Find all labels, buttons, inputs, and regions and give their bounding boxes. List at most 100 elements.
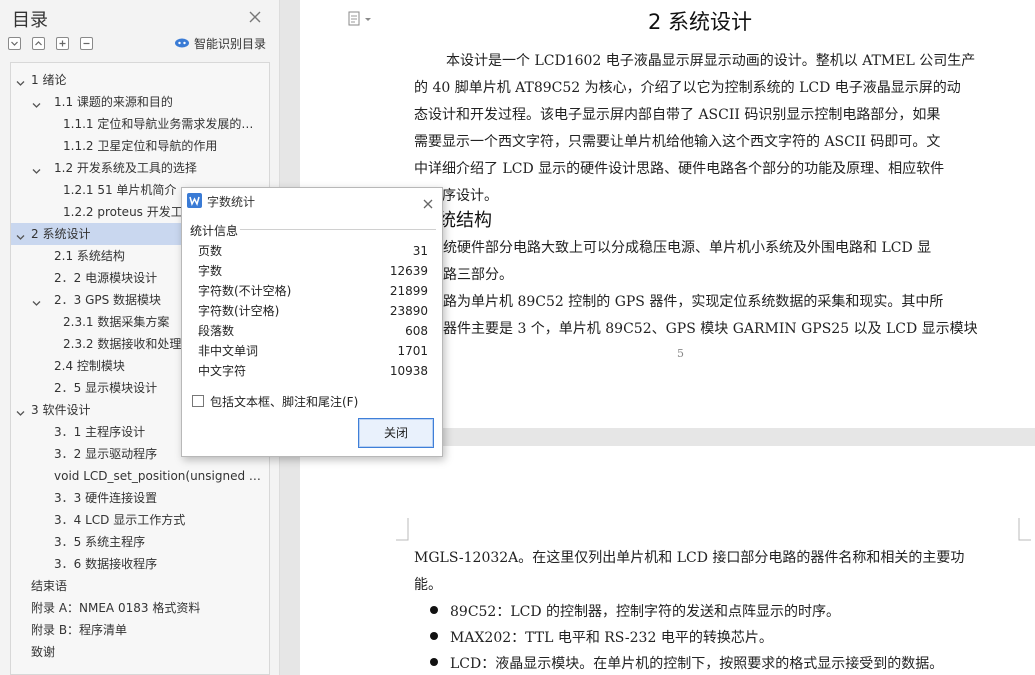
toc-item-label: 结束语: [31, 579, 68, 593]
toc-item[interactable]: 1.1.1 定位和导航业务需求发展的必要性: [11, 113, 269, 135]
chevron-down-icon[interactable]: [31, 96, 42, 108]
stat-row: 中文字符 10938: [198, 361, 428, 381]
cloud-icon: [174, 36, 190, 51]
group-divider: [240, 229, 436, 230]
toc-item-label: 3．1 主程序设计: [54, 425, 146, 439]
stat-row: 字符数(计空格) 23890: [198, 301, 428, 321]
toc-item-label: void LCD_set_position(unsigned char x): [54, 469, 261, 483]
toc-item[interactable]: 1.1 课题的来源和目的: [11, 91, 269, 113]
stat-row: 非中文单词 1701: [198, 341, 428, 361]
stat-label: 页数: [198, 244, 223, 258]
chevron-down-icon[interactable]: [15, 74, 26, 86]
toc-item-label: 3．6 数据接收程序: [54, 557, 158, 571]
toc-item-label: 1.2 开发系统及工具的选择: [54, 161, 197, 175]
page-number: 5: [677, 347, 684, 360]
crop-mark-icon: [1018, 518, 1031, 541]
toc-item[interactable]: 3．5 系统主程序: [11, 531, 269, 553]
chevron-down-icon[interactable]: [31, 162, 42, 174]
toc-item[interactable]: 附录 B：程序清单: [11, 619, 269, 641]
paragraph-line: 路三部分。: [443, 267, 513, 283]
toc-item-label: 2.3.1 数据采集方案: [63, 315, 170, 329]
stat-label: 字数: [198, 264, 223, 278]
toc-item-label: 1.2.1 51 单片机简介: [63, 183, 177, 197]
crop-mark-icon: [396, 518, 409, 541]
toc-item[interactable]: void LCD_set_position(unsigned char x): [11, 465, 269, 487]
paragraph-line: 路为单片机 89C52 控制的 GPS 器件，实现定位系统数据的采集和现实。其中…: [443, 294, 944, 310]
toc-item[interactable]: 3．3 硬件连接设置: [11, 487, 269, 509]
toc-item[interactable]: 结束语: [11, 575, 269, 597]
stat-value: 21899: [389, 284, 428, 298]
toc-item-label: 1.2.2 proteus 开发工具: [63, 205, 195, 219]
paragraph-line: 需要显示一个西文字符，只需要让单片机给他输入这个西文字符的 ASCII 码即可。…: [414, 134, 941, 150]
close-icon[interactable]: [422, 195, 434, 209]
smart-toc-label: 智能识别目录: [194, 37, 267, 51]
sidebar-title: 目录: [12, 10, 48, 31]
bullet-icon: [430, 658, 438, 666]
expand-all-icon[interactable]: [32, 37, 45, 50]
stat-value: 23890: [389, 304, 428, 318]
toc-item-label: 附录 B：程序清单: [31, 623, 128, 637]
close-icon[interactable]: [248, 9, 262, 23]
chevron-down-icon[interactable]: [15, 404, 26, 416]
dialog-title: 字数统计: [207, 195, 256, 209]
checkbox-label[interactable]: 包括文本框、脚注和尾注(F): [210, 393, 358, 410]
stat-value: 10938: [389, 364, 428, 378]
stat-label: 字符数(不计空格): [198, 284, 292, 298]
smart-toc-button[interactable]: 智能识别目录: [174, 35, 266, 52]
toc-item-label: 3．5 系统主程序: [54, 535, 146, 549]
dialog-titlebar[interactable]: 字数统计: [182, 188, 442, 214]
paragraph-line: 中详细介绍了 LCD 显示的硬件设计思路、硬件电路各个部分的功能及原理、相应软件: [414, 161, 945, 177]
include-notes-checkbox[interactable]: [192, 395, 204, 407]
document-page[interactable]: MGLS-12032A。在这里仅列出单片机和 LCD 接口部分电路的器件名称和相…: [300, 446, 1035, 675]
stat-value: 1701: [397, 344, 428, 358]
toc-item-label: 1.1 课题的来源和目的: [54, 95, 173, 109]
toc-item-label: 2．5 显示模块设计: [54, 381, 158, 395]
paragraph-line: 的 40 脚单片机 AT89C52 为核心，介绍了以它为控制系统的 LCD 电子…: [414, 80, 961, 96]
document-menu-icon[interactable]: [348, 11, 376, 27]
close-button[interactable]: 关闭: [358, 418, 434, 448]
toc-item-label: 附录 A：NMEA 0183 格式资料: [31, 601, 201, 615]
toc-item-label: 2.4 控制模块: [54, 359, 125, 373]
group-label: 统计信息: [190, 224, 239, 238]
toc-item-label: 3 软件设计: [31, 403, 91, 417]
stat-label: 字符数(计空格): [198, 304, 280, 318]
toc-item-label: 2.3.2 数据接收和处理: [63, 337, 182, 351]
toc-item-label: 1.1.1 定位和导航业务需求发展的必要性: [63, 117, 261, 131]
app-logo-icon: [187, 193, 202, 208]
toc-item-label: 2．2 电源模块设计: [54, 271, 158, 285]
toc-item-label: 2.1 系统结构: [54, 249, 125, 263]
stat-label: 中文字符: [198, 364, 247, 378]
stat-value: 12639: [389, 264, 428, 278]
toc-item[interactable]: 3．4 LCD 显示工作方式: [11, 509, 269, 531]
paragraph-line: 能。: [414, 577, 442, 593]
collapse-all-icon[interactable]: [8, 37, 21, 50]
toc-item-label: 3．2 显示驱动程序: [54, 447, 158, 461]
paragraph-line: 态设计和开发过程。该电子显示屏内部自带了 ASCII 码识别显示控制电路部分，如…: [414, 107, 941, 123]
paragraph-line: 器件主要是 3 个，单片机 89C52、GPS 模块 GARMIN GPS25 …: [443, 321, 978, 337]
toc-item[interactable]: 3．6 数据接收程序: [11, 553, 269, 575]
paragraph-line: 统硬件部分电路大致上可以分成稳压电源、单片机小系统及外围电路和 LCD 显: [443, 240, 932, 256]
bullet-item: MAX202：TTL 电平和 RS-232 电平的转换芯片。: [450, 630, 773, 646]
toc-item-label: 3．4 LCD 显示工作方式: [54, 513, 186, 527]
stat-value: 608: [405, 324, 428, 338]
minus-icon[interactable]: [80, 37, 93, 50]
toc-item[interactable]: 致谢: [11, 641, 269, 663]
toc-item[interactable]: 附录 A：NMEA 0183 格式资料: [11, 597, 269, 619]
stat-label: 非中文单词: [198, 344, 259, 358]
toc-item-label: 2．3 GPS 数据模块: [54, 293, 162, 307]
stat-row: 页数 31: [198, 241, 428, 261]
paragraph-line: 本设计是一个 LCD1602 电子液晶显示屏显示动画的设计。整机以 ATMEL …: [446, 53, 976, 69]
plus-icon[interactable]: [56, 37, 69, 50]
paragraph-line: MGLS-12032A。在这里仅列出单片机和 LCD 接口部分电路的器件名称和相…: [414, 550, 965, 566]
toc-item-label: 致谢: [31, 645, 56, 659]
stat-row: 字符数(不计空格) 21899: [198, 281, 428, 301]
chevron-down-icon[interactable]: [31, 294, 42, 306]
bullet-item: LCD：液晶显示模块。在单片机的控制下，按照要求的格式显示接受到的数据。: [450, 656, 944, 672]
page-heading: 2 系统设计: [648, 10, 753, 34]
stat-label: 段落数: [198, 324, 235, 338]
toc-item[interactable]: 1.1.2 卫星定位和导航的作用: [11, 135, 269, 157]
chevron-down-icon[interactable]: [15, 228, 26, 240]
toc-item[interactable]: 1.2 开发系统及工具的选择: [11, 157, 269, 179]
stat-row: 字数 12639: [198, 261, 428, 281]
toc-item[interactable]: 1 绪论: [11, 69, 269, 91]
